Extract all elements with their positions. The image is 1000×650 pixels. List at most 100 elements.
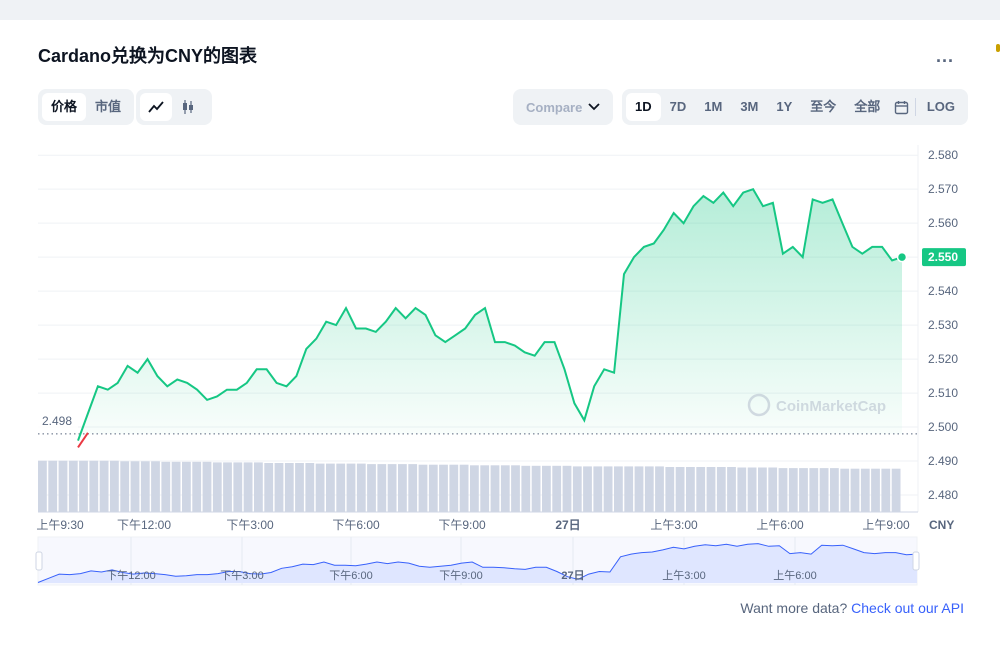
y-tick-label: 2.520: [928, 352, 958, 366]
volume-bar: [192, 461, 202, 512]
volume-bar: [603, 466, 613, 512]
volume-bars: [38, 460, 901, 512]
volume-bar: [356, 463, 366, 512]
volume-bar: [89, 460, 99, 512]
volume-bar: [449, 464, 459, 512]
volume-bar: [428, 464, 438, 512]
navigator-right-handle[interactable]: [912, 551, 920, 571]
y-tick-label: 2.570: [928, 182, 958, 196]
volume-bar: [521, 465, 531, 512]
navigator-tick-label: 下午12:00: [106, 569, 156, 582]
volume-bar: [737, 467, 747, 512]
volume-bar: [644, 466, 654, 512]
volume-bar: [315, 463, 325, 512]
volume-bar: [233, 462, 243, 512]
volume-bar: [110, 460, 119, 512]
volume-bar: [254, 462, 263, 512]
volume-bar: [655, 466, 664, 512]
volume-bar: [212, 462, 222, 512]
volume-bar: [799, 468, 808, 512]
x-tick-label: 下午9:00: [438, 518, 486, 532]
volume-bar: [79, 460, 88, 512]
volume-bar: [305, 463, 315, 512]
volume-bar: [624, 466, 634, 512]
volume-bar: [511, 465, 520, 512]
y-tick-label: 2.490: [928, 454, 958, 468]
volume-bar: [542, 465, 551, 512]
volume-bar: [284, 463, 294, 512]
current-price-badge: 2.550: [922, 248, 966, 267]
volume-bar: [48, 460, 58, 512]
volume-bar: [182, 461, 191, 512]
current-price-dot: [896, 251, 908, 263]
volume-bar: [778, 468, 788, 512]
volume-bar: [583, 466, 592, 512]
navigator-left-handle[interactable]: [35, 551, 43, 571]
volume-bar: [151, 461, 160, 512]
volume-bar: [562, 465, 572, 512]
y-tick-label: 2.580: [928, 148, 958, 162]
volume-bar: [675, 467, 685, 512]
volume-bar: [470, 465, 479, 512]
volume-bar: [686, 467, 695, 512]
volume-bar: [120, 461, 130, 512]
volume-bar: [593, 466, 603, 512]
navigator-tick-label: 下午9:00: [439, 569, 482, 582]
open-price-label: 2.498: [38, 414, 78, 429]
navigator-tick-label: 上午6:00: [773, 569, 816, 582]
volume-bar: [202, 461, 212, 512]
x-axis: 上午9:30 下午12:00 下午3:00 下午6:00 下午9:00 27日 上午3:00…: [36, 518, 910, 532]
svg-text:2.498: 2.498: [42, 414, 72, 428]
volume-bar: [840, 468, 850, 512]
volume-bar: [140, 461, 150, 512]
price-chart[interactable]: CoinMarketCap 2.5802.5702.5602.5502.5402…: [0, 0, 1000, 600]
api-promo-text: Want more data?: [740, 600, 852, 616]
volume-bar: [809, 468, 819, 512]
volume-bar: [418, 464, 428, 512]
volume-bar: [58, 460, 68, 512]
volume-bar: [130, 461, 140, 512]
volume-bar: [768, 467, 778, 512]
volume-bar: [264, 463, 274, 512]
volume-bar: [459, 464, 469, 512]
x-tick-label: 上午9:30: [36, 518, 84, 532]
y-tick-label: 2.510: [928, 386, 958, 400]
volume-bar: [716, 467, 726, 512]
y-tick-label: 2.480: [928, 488, 958, 502]
y-tick-label: 2.530: [928, 318, 958, 332]
svg-text:2.550: 2.550: [928, 250, 958, 264]
volume-bar: [336, 463, 346, 512]
y-tick-label: 2.560: [928, 216, 958, 230]
volume-bar: [850, 468, 860, 512]
volume-bar: [408, 464, 418, 512]
x-tick-label: 下午6:00: [332, 518, 380, 532]
y-axis: 2.580 2.570 2.560 2.550 2.540 2.530 2.520 2.510…: [928, 148, 958, 502]
volume-bar: [387, 464, 397, 512]
x-tick-label: 上午6:00: [756, 518, 804, 532]
volume-bar: [480, 465, 490, 512]
x-tick-label: 上午9:00: [862, 518, 910, 532]
volume-bar: [171, 461, 181, 512]
volume-bar: [830, 468, 839, 512]
volume-bar: [881, 468, 891, 512]
navigator-tick-label: 27日: [561, 569, 584, 582]
volume-bar: [161, 461, 171, 512]
volume-bar: [706, 467, 716, 512]
volume-bar: [326, 463, 335, 512]
volume-bar: [819, 468, 829, 512]
x-tick-label: 上午3:00: [650, 518, 698, 532]
volume-bar: [665, 467, 675, 512]
volume-bar: [38, 460, 47, 512]
volume-bar: [367, 464, 376, 512]
volume-bar: [788, 468, 798, 512]
volume-bar: [500, 465, 510, 512]
navigator[interactable]: 下午12:00 下午3:00 下午6:00 下午9:00 27日 上午3:00 上午6:00: [35, 536, 920, 586]
api-link[interactable]: Check out our API: [851, 600, 964, 616]
volume-bar: [747, 467, 757, 512]
api-promo: Want more data? Check out our API: [740, 600, 964, 616]
volume-bar: [68, 460, 78, 512]
y-tick-label: 2.500: [928, 420, 958, 434]
volume-bar: [295, 463, 304, 512]
volume-bar: [274, 463, 284, 512]
volume-bar: [572, 466, 582, 512]
